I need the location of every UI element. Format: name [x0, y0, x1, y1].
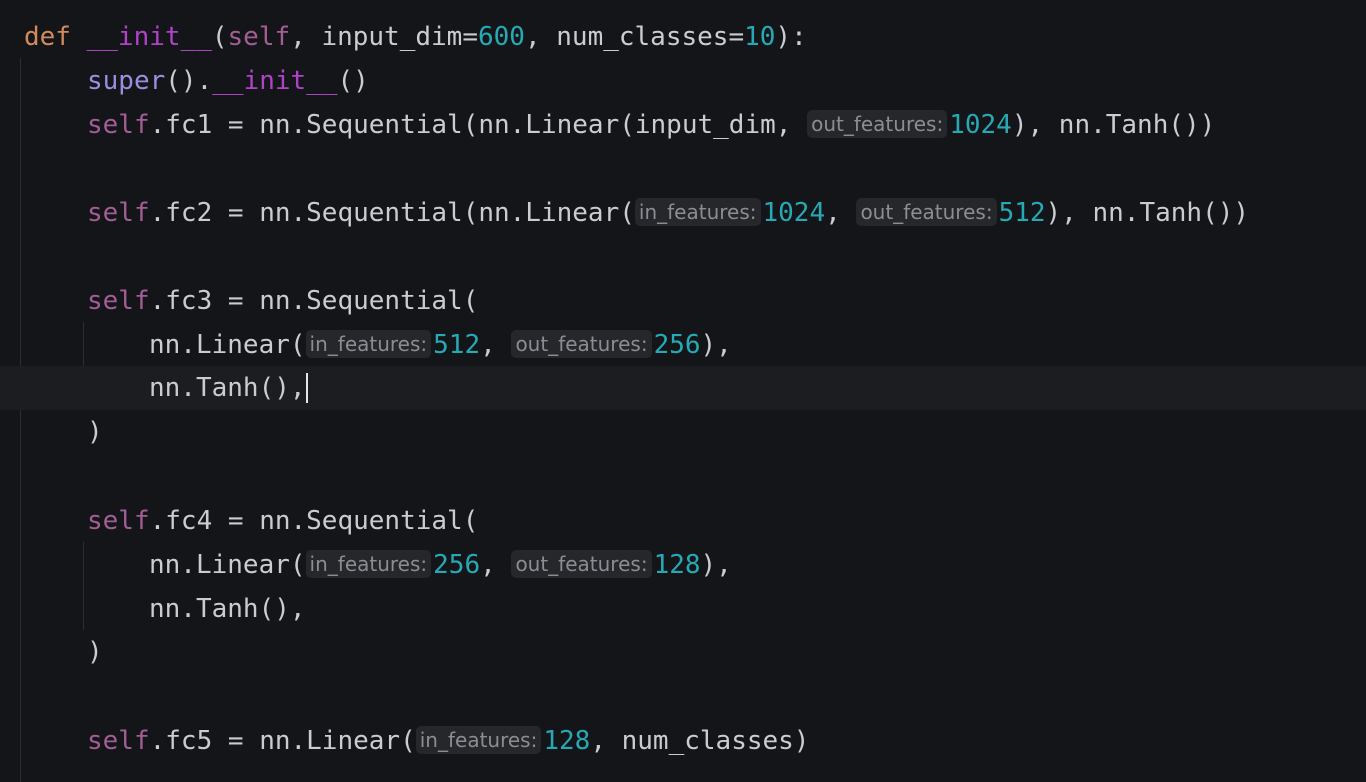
fc2-tail: ), nn.Tanh()): [1045, 198, 1250, 228]
inlay-hint-out-features: out_features:: [856, 198, 997, 226]
paren-open: (: [211, 22, 228, 52]
fc3-linear-tail: ),: [700, 330, 732, 360]
fc2-in-value: 1024: [762, 198, 826, 228]
param-num-classes: , num_classes=: [524, 22, 745, 52]
fc3-close-paren: ): [87, 417, 103, 447]
param-input-dim: , input_dim=: [290, 22, 478, 52]
fc3-sep: ,: [480, 330, 512, 360]
self-keyword: self: [87, 726, 150, 756]
fc1-out-value: 1024: [949, 110, 1012, 140]
fc1-assignment: .fc1 = nn.Sequential(nn.Linear(input_dim…: [149, 110, 808, 140]
fc5-assignment: .fc5 = nn.Linear(: [149, 726, 416, 756]
paren-close: ):: [775, 22, 807, 52]
default-num-classes: 10: [744, 22, 776, 52]
inlay-hint-out-features: out_features:: [807, 110, 948, 138]
fc2-assignment: .fc2 = nn.Sequential(nn.Linear(: [149, 198, 635, 228]
code-editor[interactable]: def __init__(self, input_dim=600, num_cl…: [0, 0, 1366, 782]
code-line-6[interactable]: nn.Linear(in_features: 512, out_features:…: [0, 323, 1366, 367]
code-line-5[interactable]: self.fc3 = nn.Sequential(: [0, 279, 1366, 323]
fc4-in-value: 256: [433, 550, 481, 580]
code-line-4[interactable]: self.fc2 = nn.Sequential(nn.Linear(in_fe…: [0, 191, 1366, 235]
self-keyword: self: [87, 506, 150, 536]
fc4-sep: ,: [480, 550, 512, 580]
self-keyword: self: [87, 110, 150, 140]
inlay-hint-in-features: in_features:: [634, 198, 761, 226]
inlay-hint-in-features: in_features:: [305, 330, 432, 358]
fc4-close-paren: ): [87, 637, 103, 667]
fc4-linear-tail: ),: [700, 550, 732, 580]
code-line-2[interactable]: super().__init__(): [0, 59, 1366, 103]
self-keyword: self: [87, 286, 150, 316]
super-call-parens: (): [337, 66, 369, 96]
function-name: __init__: [86, 22, 212, 52]
fc1-tail: ), nn.Tanh()): [1011, 110, 1216, 140]
code-line-1[interactable]: def __init__(self, input_dim=600, num_cl…: [0, 15, 1366, 59]
self-keyword: self: [87, 198, 150, 228]
fc4-linear-call: nn.Linear(: [149, 550, 306, 580]
code-line-13[interactable]: self.fc5 = nn.Linear(in_features: 128, nu…: [0, 719, 1366, 763]
inlay-hint-in-features: in_features:: [415, 726, 542, 754]
fc3-assignment: .fc3 = nn.Sequential(: [149, 286, 479, 316]
super-call: super: [87, 66, 166, 96]
fc5-in-value: 128: [543, 726, 591, 756]
inlay-hint-in-features: in_features:: [305, 550, 432, 578]
code-line-9[interactable]: self.fc4 = nn.Sequential(: [0, 499, 1366, 543]
code-line-11[interactable]: nn.Tanh(),: [0, 587, 1366, 631]
super-init: __init__: [212, 66, 338, 96]
code-line-12[interactable]: ): [0, 630, 1366, 674]
code-line-3[interactable]: self.fc1 = nn.Sequential(nn.Linear(input…: [0, 103, 1366, 147]
fc4-tanh-call: nn.Tanh(),: [149, 594, 306, 624]
code-line-8[interactable]: ): [0, 410, 1366, 454]
fc5-tail: , num_classes): [590, 726, 810, 756]
code-line-7-current[interactable]: nn.Tanh(),: [0, 366, 1366, 410]
default-input-dim: 600: [477, 22, 525, 52]
fc2-sep: ,: [825, 198, 857, 228]
inlay-hint-out-features: out_features:: [511, 330, 652, 358]
def-keyword: def: [24, 22, 71, 52]
fc2-out-value: 512: [998, 198, 1046, 228]
self-param: self: [227, 22, 291, 52]
fc3-tanh-call: nn.Tanh(),: [149, 373, 306, 403]
fc4-out-value: 128: [653, 550, 701, 580]
fc3-in-value: 512: [433, 330, 481, 360]
code-line-10[interactable]: nn.Linear(in_features: 256, out_features:…: [0, 543, 1366, 587]
fc3-linear-call: nn.Linear(: [149, 330, 306, 360]
text-cursor: [305, 373, 308, 403]
inlay-hint-out-features: out_features:: [511, 550, 652, 578]
fc4-assignment: .fc4 = nn.Sequential(: [149, 506, 479, 536]
fc3-out-value: 256: [653, 330, 701, 360]
super-dot: ().: [165, 66, 213, 96]
